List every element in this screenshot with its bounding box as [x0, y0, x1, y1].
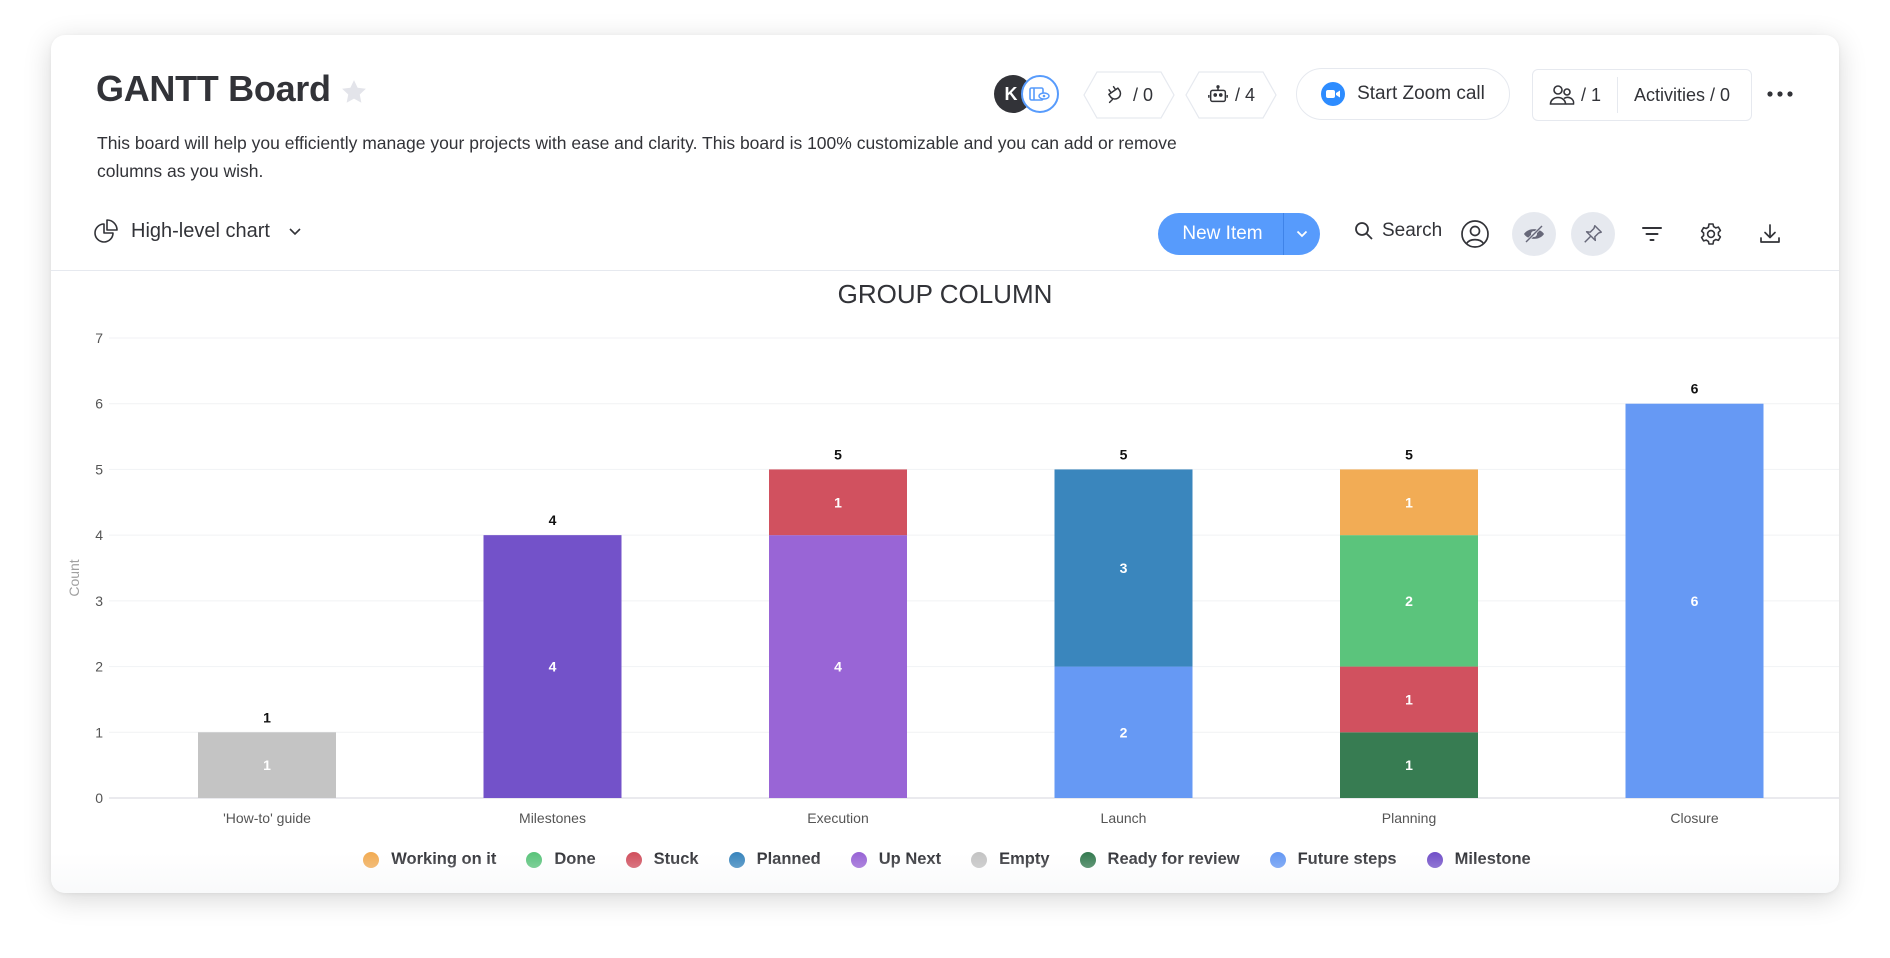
legend-label: Done: [554, 850, 596, 868]
x-tick-label: Execution: [807, 810, 868, 826]
legend-item[interactable]: Stuck: [625, 850, 699, 869]
legend-item[interactable]: Planned: [728, 850, 821, 869]
y-axis-label: Count: [66, 559, 82, 596]
legend-item[interactable]: Milestone: [1426, 850, 1531, 869]
legend-item[interactable]: Up Next: [850, 850, 942, 869]
legend-label: Up Next: [878, 850, 942, 868]
legend-color-dot: [1269, 851, 1286, 868]
y-tick-label: 6: [95, 396, 103, 412]
y-tick-label: 4: [95, 527, 103, 543]
legend-color-dot: [526, 851, 543, 868]
x-tick-label: 'How-to' guide: [223, 810, 311, 826]
legend-color-dot: [1426, 851, 1443, 868]
legend-label: Milestone: [1454, 850, 1531, 868]
legend-label: Empty: [999, 850, 1050, 868]
board-card: GANTT Board This board will help you eff…: [51, 35, 1839, 893]
legend-color-dot: [728, 851, 745, 868]
segment-value-label: 3: [1120, 560, 1128, 576]
y-tick-label: 0: [95, 790, 103, 806]
y-tick-label: 7: [95, 330, 103, 346]
legend-item[interactable]: Done: [526, 850, 596, 869]
bar-total-label: 1: [263, 709, 271, 725]
segment-value-label: 1: [834, 494, 842, 510]
segment-value-label: 1: [1405, 691, 1413, 707]
legend-label: Planned: [756, 850, 821, 868]
legend-item[interactable]: Working on it: [363, 850, 496, 869]
segment-value-label: 1: [263, 757, 271, 773]
y-tick-label: 5: [95, 461, 103, 477]
y-tick-label: 2: [95, 659, 103, 675]
legend-label: Working on it: [391, 850, 497, 868]
segment-value-label: 4: [549, 659, 557, 675]
segment-value-label: 1: [1405, 757, 1413, 773]
legend-color-dot: [1079, 851, 1096, 868]
bar-total-label: 5: [1405, 446, 1413, 462]
legend-label: Future steps: [1297, 850, 1397, 868]
legend-color-dot: [363, 851, 380, 868]
x-tick-label: Planning: [1382, 810, 1437, 826]
bar-total-label: 4: [549, 512, 557, 528]
bar-total-label: 5: [1120, 446, 1128, 462]
stacked-bar-chart: 0 1 2 3 4 5 6 7 Count 1 1 'How-to' guide 4 4 Milestone…: [66, 330, 1839, 826]
y-tick-label: 3: [95, 593, 103, 609]
chart-legend: Working on it Done Stuck Planned Up Next Empt…: [51, 850, 1839, 869]
legend-item[interactable]: Future steps: [1269, 850, 1397, 869]
segment-value-label: 2: [1405, 593, 1413, 609]
legend-color-dot: [971, 851, 988, 868]
legend-color-dot: [625, 851, 642, 868]
legend-item[interactable]: Ready for review: [1079, 850, 1240, 869]
legend-item[interactable]: Empty: [971, 850, 1050, 869]
segment-value-label: 2: [1120, 724, 1128, 740]
y-tick-label: 1: [95, 724, 103, 740]
segment-value-label: 6: [1691, 593, 1699, 609]
bar-total-label: 6: [1691, 381, 1699, 397]
bar-total-label: 5: [834, 446, 842, 462]
x-tick-label: Milestones: [519, 810, 586, 826]
x-tick-label: Launch: [1101, 810, 1147, 826]
x-tick-label: Closure: [1670, 810, 1718, 826]
legend-label: Stuck: [653, 850, 699, 868]
legend-color-dot: [850, 851, 867, 868]
segment-value-label: 4: [834, 659, 842, 675]
segment-value-label: 1: [1405, 494, 1413, 510]
legend-label: Ready for review: [1107, 850, 1240, 868]
